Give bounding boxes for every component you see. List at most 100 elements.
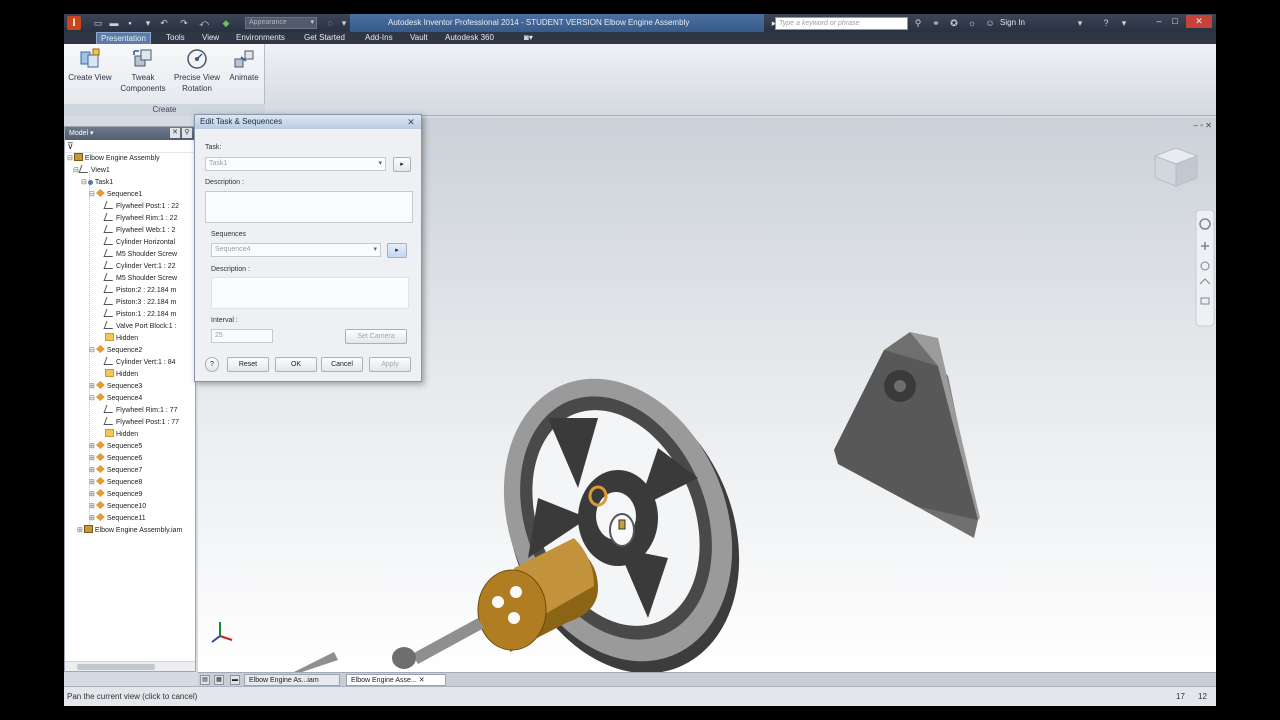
- set-camera-button[interactable]: Set Camera: [345, 329, 407, 344]
- tree-node-task[interactable]: ⊟ Task1: [81, 177, 113, 189]
- tab-environments[interactable]: Environments: [232, 32, 289, 44]
- update-icon[interactable]: ◆: [220, 17, 232, 29]
- doc-tab-1[interactable]: Elbow Engine As...iam: [244, 674, 340, 686]
- tree-node-sequence[interactable]: ⊞ Sequence6: [89, 453, 142, 465]
- browser-scrollbar[interactable]: [65, 661, 195, 671]
- tree-node-tweak[interactable]: Piston:3 : 22.184 m: [103, 297, 176, 309]
- tab-autodesk-360[interactable]: Autodesk 360: [441, 32, 498, 44]
- browser-close-icon[interactable]: ✕: [170, 128, 180, 138]
- tree-node-tweak[interactable]: Cylinder Vert:1 : 22: [103, 261, 176, 273]
- tree-node-view[interactable]: ⊟ View1: [73, 165, 110, 177]
- tree-node-hidden[interactable]: Hidden: [105, 333, 138, 345]
- tree-node-tweak[interactable]: Cylinder Horizontal: [103, 237, 175, 249]
- subscription-icon[interactable]: ✪: [948, 17, 960, 29]
- save-menu-icon[interactable]: ▾: [142, 17, 154, 29]
- search-input[interactable]: Type a keyword or phrase: [775, 17, 908, 30]
- appearance-select[interactable]: Appearance: [245, 17, 317, 29]
- create-view-button[interactable]: Create View: [65, 47, 115, 83]
- apply-button[interactable]: Apply: [369, 357, 411, 372]
- doc-tab-close-icon[interactable]: ✕: [417, 677, 425, 684]
- tree-node-sequence[interactable]: ⊟ Sequence4: [89, 393, 142, 405]
- shoulder-screw-model[interactable]: [294, 618, 484, 672]
- sign-in-link[interactable]: Sign In: [1000, 14, 1025, 32]
- interval-field[interactable]: 25: [211, 329, 273, 343]
- tree-node-tweak[interactable]: Flywheel Web:1 : 2: [103, 225, 175, 237]
- redo-icon[interactable]: ↷: [178, 17, 190, 29]
- tab-presentation[interactable]: Presentation: [96, 32, 151, 44]
- binoculars-icon[interactable]: ⚭: [930, 17, 942, 29]
- tree-node-sequence[interactable]: ⊞ Sequence10: [89, 501, 146, 513]
- return-icon[interactable]: ⤺: [198, 17, 210, 29]
- tree-node-tweak[interactable]: Piston:2 : 22.184 m: [103, 285, 176, 297]
- tree-node-tweak[interactable]: Flywheel Rim:1 : 77: [103, 405, 177, 417]
- filter-icon[interactable]: ⊽: [67, 141, 74, 151]
- tree-node-hidden[interactable]: Hidden: [105, 369, 138, 381]
- tree-node-tweak[interactable]: Flywheel Post:1 : 22: [103, 201, 179, 213]
- tree-node-sequence[interactable]: ⊞ Sequence8: [89, 477, 142, 489]
- minimize-icon[interactable]: –: [1152, 15, 1166, 28]
- communication-icon[interactable]: ☼: [966, 17, 978, 29]
- tweak-components-button[interactable]: Tweak Components: [116, 47, 170, 94]
- doc-tab-2[interactable]: Elbow Engine Asse... ✕: [346, 674, 446, 686]
- tab-vault[interactable]: Vault: [406, 32, 432, 44]
- cancel-button[interactable]: Cancel: [321, 357, 363, 372]
- dialog-help-icon[interactable]: ?: [205, 357, 219, 372]
- dialog-close-icon[interactable]: ✕: [404, 117, 418, 127]
- document-menu-icon[interactable]: ▬: [230, 675, 240, 685]
- tree-node-tweak[interactable]: Flywheel Rim:1 : 22: [103, 213, 177, 225]
- viewcube-icon[interactable]: [1153, 147, 1199, 187]
- tree-node-sequence[interactable]: ⊟ Sequence2: [89, 345, 142, 357]
- open-file-icon[interactable]: ▬: [108, 17, 120, 29]
- sequence-description-field[interactable]: [211, 277, 409, 309]
- bracket-model[interactable]: [834, 332, 980, 538]
- search-icon[interactable]: ⚲: [912, 17, 924, 29]
- tree-node-sequence[interactable]: ⊞ Sequence7: [89, 465, 142, 477]
- precise-view-rotation-button[interactable]: Precise View Rotation: [172, 47, 222, 94]
- tree-node-sequence[interactable]: ⊞ Sequence11: [89, 513, 146, 525]
- scrollbar-thumb[interactable]: [77, 664, 155, 670]
- maximize-icon[interactable]: □: [1168, 15, 1182, 28]
- menu-dropdown-icon[interactable]: ▾: [1074, 17, 1086, 29]
- tree-node-sequence[interactable]: ⊟ Sequence1: [89, 189, 142, 201]
- browser-search-icon[interactable]: ⚲: [182, 128, 192, 138]
- close-icon[interactable]: ✕: [1186, 15, 1212, 28]
- tree-node-assembly[interactable]: ⊞ Elbow Engine Assembly.iam: [77, 525, 182, 537]
- tab-add-ins[interactable]: Add-Ins: [361, 32, 397, 44]
- sequence-select-button[interactable]: ▸: [387, 243, 407, 258]
- animate-button[interactable]: Animate: [224, 47, 264, 83]
- undo-icon[interactable]: ↶: [158, 17, 170, 29]
- inventor-logo-icon[interactable]: I: [67, 16, 81, 30]
- tree-node-sequence[interactable]: ⊞ Sequence9: [89, 489, 142, 501]
- browser-title[interactable]: Model: [69, 130, 88, 137]
- tab-get-started[interactable]: Get Started: [300, 32, 349, 44]
- tab-tools[interactable]: Tools: [162, 32, 189, 44]
- help-menu-icon[interactable]: ▾: [1118, 17, 1130, 29]
- reset-button[interactable]: Reset: [227, 357, 269, 372]
- navigation-bar[interactable]: [1195, 209, 1215, 327]
- tree-node-root[interactable]: ⊟ Elbow Engine Assembly: [67, 153, 160, 165]
- clear-appearance-icon[interactable]: ◌: [324, 17, 336, 29]
- tile-windows-icon[interactable]: ▤: [200, 675, 210, 685]
- user-icon[interactable]: ☺: [984, 17, 996, 29]
- tree-node-tweak[interactable]: Piston:1 : 22.184 m: [103, 309, 176, 321]
- ok-button[interactable]: OK: [275, 357, 317, 372]
- task-select-button[interactable]: ▸: [393, 157, 411, 172]
- help-icon[interactable]: ?: [1100, 17, 1112, 29]
- cascade-windows-icon[interactable]: ▦: [214, 675, 224, 685]
- tab-view[interactable]: View: [198, 32, 223, 44]
- qat-menu-icon[interactable]: ▾: [338, 17, 350, 29]
- tree-node-sequence[interactable]: ⊞ Sequence3: [89, 381, 142, 393]
- tree-node-tweak[interactable]: Valve Port Block:1 :: [103, 321, 177, 333]
- tree-node-sequence[interactable]: ⊞ Sequence5: [89, 441, 142, 453]
- task-description-field[interactable]: [205, 191, 413, 223]
- sequence-select[interactable]: Sequence4: [211, 243, 381, 257]
- save-icon[interactable]: ▪: [124, 17, 136, 29]
- tree-node-tweak[interactable]: M5 Shoulder Screw: [103, 273, 177, 285]
- new-file-icon[interactable]: ▭: [92, 17, 104, 29]
- tree-node-tweak[interactable]: Flywheel Post:1 : 77: [103, 417, 179, 429]
- tree-node-tweak[interactable]: M5 Shoulder Screw: [103, 249, 177, 261]
- task-select[interactable]: Task1: [205, 157, 386, 171]
- tree-node-tweak[interactable]: Cylinder Vert:1 : 84: [103, 357, 176, 369]
- tree-node-hidden[interactable]: Hidden: [105, 429, 138, 441]
- browser-menu-icon[interactable]: ▾: [88, 130, 94, 137]
